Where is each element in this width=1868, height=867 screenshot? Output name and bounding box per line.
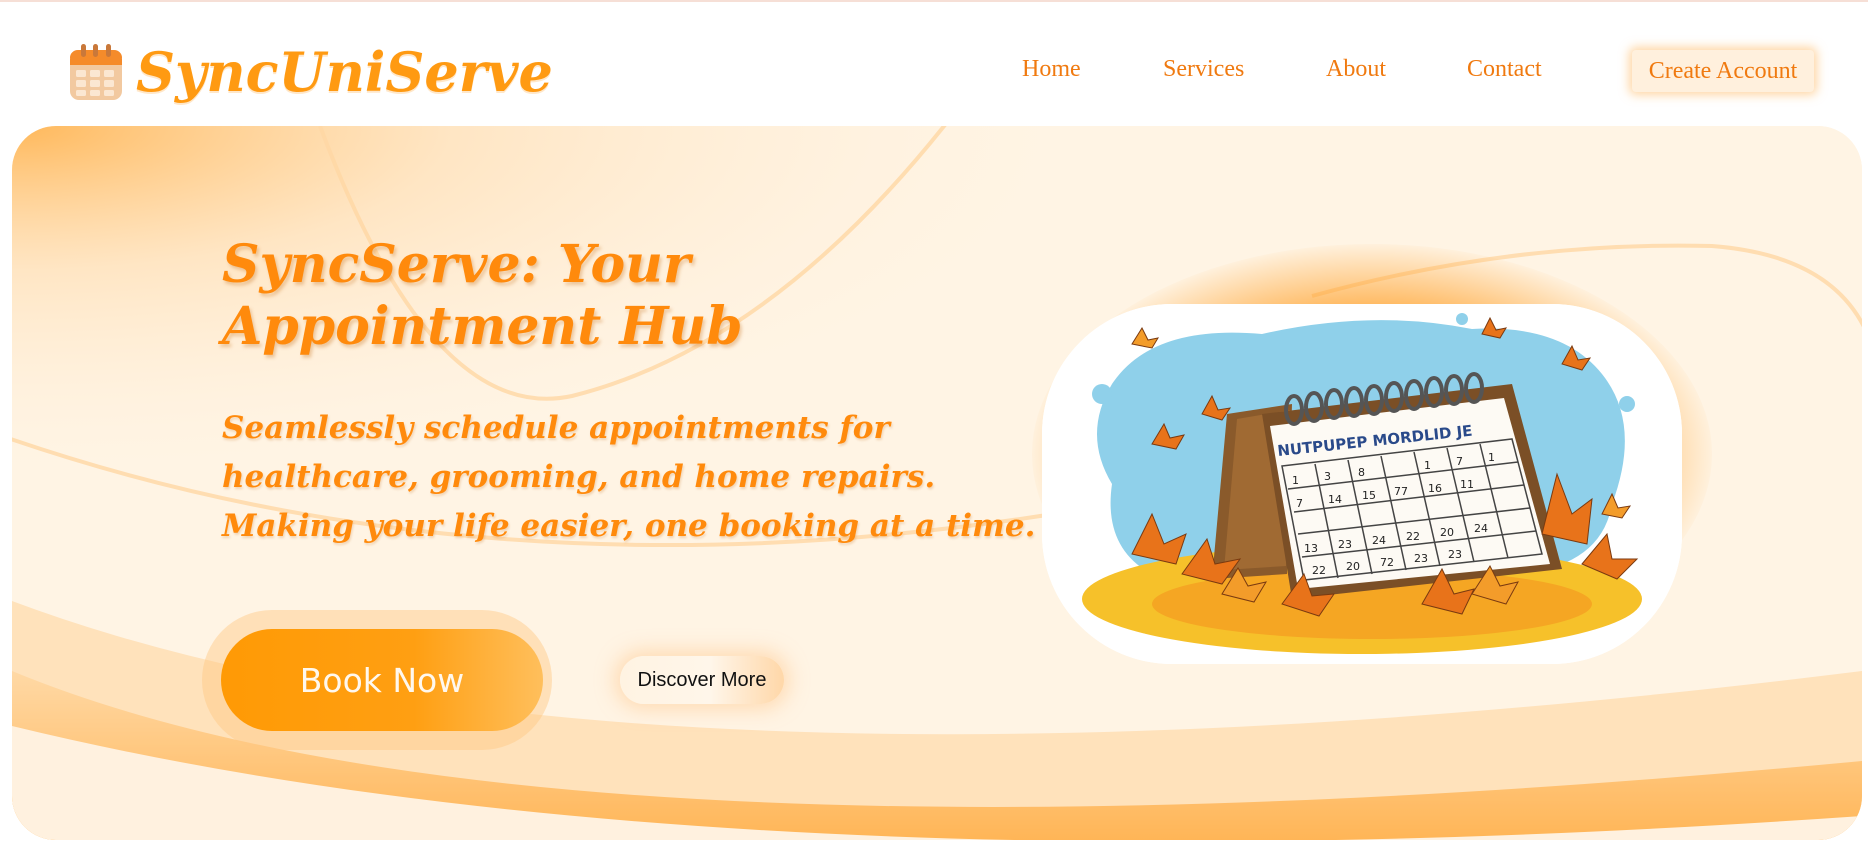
discover-more-button[interactable]: Discover More — [620, 656, 784, 704]
calendar-icon — [68, 42, 124, 102]
book-now-button[interactable]: Book Now — [221, 629, 543, 731]
hero-subtitle: Seamlessly schedule appointments for hea… — [222, 404, 1052, 551]
brand[interactable]: SyncUniServe — [68, 40, 553, 104]
svg-text:15: 15 — [1362, 489, 1376, 502]
svg-text:23: 23 — [1338, 538, 1352, 551]
hero-title: SyncServe: Your Appointment Hub — [222, 234, 743, 357]
svg-text:11: 11 — [1460, 478, 1474, 491]
svg-text:13: 13 — [1304, 542, 1318, 555]
create-account-button[interactable]: Create Account — [1632, 50, 1814, 92]
svg-text:22: 22 — [1406, 530, 1420, 543]
nav-about[interactable]: About — [1326, 56, 1386, 83]
hero-subtitle-line-2: Making your life easier, one booking at … — [222, 508, 1036, 544]
nav-contact[interactable]: Contact — [1467, 56, 1542, 83]
svg-text:1: 1 — [1488, 451, 1495, 464]
hero-section: SyncServe: Your Appointment Hub Seamless… — [12, 126, 1862, 840]
svg-text:23: 23 — [1414, 552, 1428, 565]
svg-text:8: 8 — [1358, 466, 1365, 479]
svg-text:14: 14 — [1328, 493, 1342, 506]
svg-text:7: 7 — [1456, 455, 1463, 468]
svg-text:20: 20 — [1440, 526, 1454, 539]
svg-text:16: 16 — [1428, 482, 1442, 495]
brand-name: SyncUniServe — [136, 40, 553, 104]
svg-text:77: 77 — [1394, 485, 1408, 498]
desk-calendar-autumn-illustration: NUTPUPEP MORDLID JE 138 171 7 14 15 77 16 11… — [1042, 304, 1682, 664]
svg-text:24: 24 — [1474, 522, 1488, 535]
svg-text:3: 3 — [1324, 470, 1331, 483]
svg-text:22: 22 — [1312, 564, 1326, 577]
hero-subtitle-line-1: Seamlessly schedule appointments for hea… — [222, 410, 936, 495]
svg-text:7: 7 — [1296, 497, 1303, 510]
svg-text:1: 1 — [1292, 474, 1299, 487]
calendar-illustration: NUTPUPEP MORDLID JE 138 171 7 14 15 77 16 11… — [1042, 304, 1682, 664]
svg-text:1: 1 — [1424, 459, 1431, 472]
site-header: SyncUniServe Home Services About Contact… — [0, 2, 1868, 126]
svg-text:24: 24 — [1372, 534, 1386, 547]
nav-home[interactable]: Home — [1022, 56, 1081, 83]
svg-text:23: 23 — [1448, 548, 1462, 561]
svg-text:72: 72 — [1380, 556, 1394, 569]
svg-text:20: 20 — [1346, 560, 1360, 573]
nav-services[interactable]: Services — [1163, 56, 1244, 83]
